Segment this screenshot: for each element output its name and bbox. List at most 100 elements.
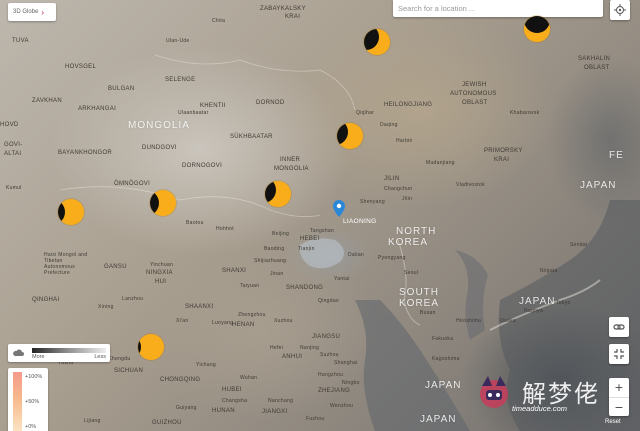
map-label-beijing: Beijing (272, 231, 290, 237)
map-label-inner: INNER (280, 157, 301, 163)
map-label-fukuoka: Fukuoka (432, 336, 454, 342)
map-label-qiqihar: Qiqihar (356, 110, 375, 116)
cloud-gradient-bar (32, 348, 106, 353)
eclipse-moon[interactable] (337, 123, 363, 149)
map-label-pyongyang: Pyongyang (378, 255, 406, 261)
map-label-inner-mongolia: MONGOLIA (274, 166, 309, 172)
map-label-kumul: Kumul (6, 185, 22, 191)
compress-icon (614, 349, 624, 359)
map-pin-icon[interactable] (333, 200, 345, 217)
map-label-primorsky: PRIMORSKY (484, 148, 523, 154)
map-label-hovsgel: HOVSGEL (65, 64, 97, 70)
eclipse-moon[interactable] (265, 181, 291, 207)
map-label-tangshan: Tangshan (310, 228, 335, 234)
map-label-xining: Xining (98, 304, 114, 310)
map-label-zhengzhou: Zhengzhou (238, 312, 266, 318)
map-label-yantai: Yantai (334, 276, 350, 282)
map-label-hohhot: Hohhot (216, 226, 234, 232)
map-label-ningbo: Ningbo (342, 380, 360, 386)
map-label-altai: ALTAI (4, 151, 22, 157)
cloud-cover-legend: More Less (8, 344, 110, 362)
map-label-guiyang: Guiyang (176, 405, 197, 411)
map-label-busan: Busan (420, 310, 436, 316)
map-label-tianjin: Tianjin (298, 246, 315, 252)
map-label-shijiazhuang: Shijiazhuang (254, 258, 287, 264)
fullscreen-button[interactable] (609, 344, 629, 364)
3d-globe-label: 3D Globe (13, 9, 39, 15)
map-label-zhejiang: ZHEJIANG (318, 388, 351, 394)
map-label-hefei: Hefei (270, 345, 284, 351)
locate-button[interactable] (610, 0, 630, 20)
map-label-shandong: SHANDONG (286, 285, 324, 291)
legend-more-label: More (32, 354, 45, 360)
map-label-japan-bottom: JAPAN (420, 414, 457, 425)
map-label-sichuan: SICHUAN (114, 368, 144, 374)
map-label-jiangsu: JIANGSU (312, 334, 341, 340)
map-label-sakhalin-oblast: OBLAST (584, 65, 610, 71)
map-label-fuzhou: Fuzhou (306, 416, 325, 422)
map-label-baoding: Baoding (264, 246, 285, 252)
map-label-xian: Xi'an (176, 318, 189, 324)
eclipse-moon[interactable] (58, 199, 84, 225)
map-label-liaoning: LIAONING (343, 218, 377, 225)
map-label-nagoya: Nagoya (524, 308, 544, 314)
eclipse-moon[interactable] (364, 29, 390, 55)
map-label-suzhou: Suzhou (320, 352, 339, 358)
map-label-gansu: GANSU (104, 264, 127, 270)
crosshair-icon (614, 4, 626, 16)
map-label-taiyuan: Taiyuan (240, 283, 260, 289)
map-label-nanchang: Nanchang (268, 398, 294, 404)
map-label-autonomous: AUTONOMOUS (450, 91, 497, 97)
watermark: 解梦佬 timeadduce.com (474, 372, 614, 420)
map-label-hebei: HEBEI (300, 236, 320, 242)
map-label-qinghai: QINGHAI (32, 297, 60, 303)
map-label-nanjing: Nanjing (300, 345, 320, 351)
map-label-govi: GOVI- (4, 142, 23, 148)
map-label-bayankhongor: BAYANKHONGOR (58, 150, 113, 156)
map-label-dornogovi: DORNOGOVI (182, 163, 223, 169)
map-label-dalian: Dalian (348, 252, 364, 258)
3d-globe-button[interactable]: 3D Globe › (8, 3, 56, 21)
map-label-hunan: HUNAN (212, 408, 235, 414)
map-label-chita: Chita (212, 18, 226, 24)
map-label-henan: HENAN (232, 322, 255, 328)
map-label-mongolia: MONGOLIA (128, 120, 190, 131)
map-label-chengdu: Chengdu (108, 356, 131, 362)
eclipse-map[interactable]: 3D Globe › MONGOLIA JAPAN NORTH KOREA SO… (0, 0, 640, 431)
share-link-button[interactable] (609, 317, 629, 337)
map-label-luoyang: Luoyang (212, 320, 234, 326)
map-label-shaanxi: SHAANXI (185, 304, 214, 310)
map-label-shenyang: Shenyang (360, 199, 385, 205)
map-label-hiroshima: Hiroshima (456, 318, 482, 324)
map-label-korea: KOREA (388, 237, 429, 248)
link-icon (613, 324, 625, 330)
cloud-icon (13, 349, 24, 356)
map-label-dundgovi: DUNDGOVI (142, 145, 177, 151)
map-label-xuzhou: Xuzhou (274, 318, 293, 324)
map-label-ulan-ude: Ulan-Ude (166, 38, 190, 44)
map-label-omnogovi: ÖMNÖGOVI (114, 181, 151, 187)
map-label-wuhan: Wuhan (240, 375, 258, 381)
eclipse-moon[interactable] (524, 16, 550, 42)
map-label-lanzhou: Lanzhou (122, 296, 144, 302)
eclipse-moon[interactable] (138, 334, 164, 360)
eclipse-moon[interactable] (150, 190, 176, 216)
location-search-input[interactable] (393, 0, 603, 17)
legend-100-label: +100% (25, 374, 43, 380)
obscuration-gradient-bar (13, 372, 22, 431)
map-label-hui: HUI (155, 279, 167, 285)
map-label-tokyo: Tokyo (556, 300, 571, 306)
map-label-zabaykalsky: ZABAYKALSKY (260, 6, 306, 12)
map-label-arkhangai: ARKHANGAI (78, 106, 117, 112)
map-label-vladivostok: Vladivostok (456, 182, 485, 188)
map-label-krai: KRAI (285, 14, 301, 20)
map-label-sukhbaatar: SÜKHBAATAR (230, 134, 273, 140)
map-label-qingdao: Qingdao (318, 298, 340, 304)
map-label-jilin: JILIN (384, 176, 400, 182)
map-label-wenzhou: Wenzhou (330, 403, 354, 409)
map-label-chongqing: CHONGQING (160, 377, 201, 383)
map-label-hangzhou: Hangzhou (318, 372, 344, 378)
map-label-north: NORTH (396, 226, 437, 237)
map-label-hubei: HUBEI (222, 387, 242, 393)
map-label-zavkhan: ZAVKHAN (32, 98, 62, 104)
